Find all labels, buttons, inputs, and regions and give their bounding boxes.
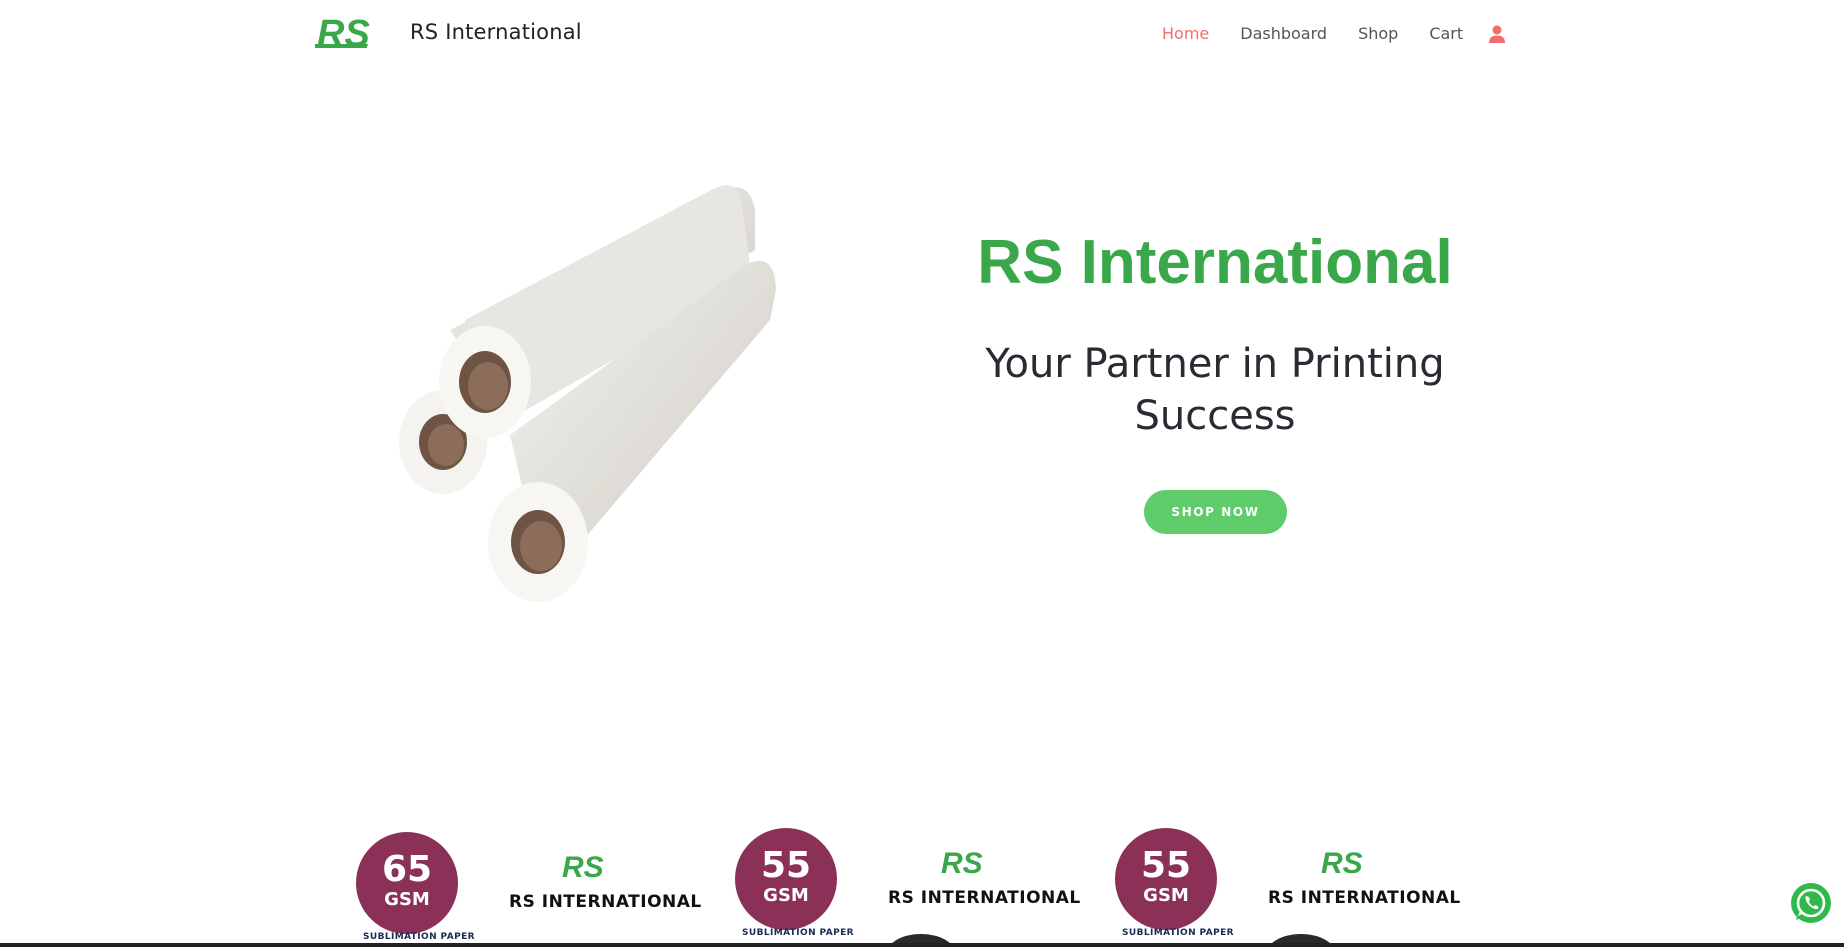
nav-cart[interactable]: Cart [1429,24,1463,43]
gsm-badge: 55 GSM [1115,828,1217,930]
gsm-badge: 65 GSM [356,832,458,934]
page-bottom-border [0,943,1844,947]
gsm-unit: GSM [1143,885,1189,906]
hero-subtitle: Your Partner in Printing Success [985,341,1445,439]
rs-logo-icon: RS [562,852,604,882]
gsm-value: 55 [760,845,812,886]
gsm-unit: GSM [763,885,809,906]
gsm-badge: 55 GSM [735,828,837,930]
product-card[interactable]: 65 GSM SUBLIMATION PAPER RS RS INTERNATI… [356,820,736,947]
brand-name[interactable]: RS International [410,20,582,44]
product-type: SUBLIMATION PAPER [1122,928,1234,938]
product-brand: RS INTERNATIONAL [888,888,1081,908]
gsm-value: 65 [381,849,433,890]
nav-dashboard[interactable]: Dashboard [1240,24,1327,43]
hero-title: RS International [977,228,1453,297]
rs-logo-icon: RS [941,848,983,878]
user-icon[interactable] [1487,24,1507,44]
main-nav: Home Dashboard Shop Cart [1162,24,1494,43]
gsm-unit: GSM [384,889,430,910]
rs-logo-icon[interactable]: RS [315,14,385,52]
product-brand: RS INTERNATIONAL [1268,888,1461,908]
paper-rolls-image [399,185,776,602]
rs-logo-icon: RS [1321,848,1363,878]
whatsapp-icon[interactable] [1789,881,1833,925]
nav-home[interactable]: Home [1162,24,1209,43]
svg-text:RS: RS [941,848,983,878]
product-strip: 65 GSM SUBLIMATION PAPER RS RS INTERNATI… [0,820,1844,947]
product-card[interactable]: 55 GSM SUBLIMATION PAPER RS RS INTERNATI… [735,820,1115,947]
nav-shop[interactable]: Shop [1358,24,1398,43]
product-card[interactable]: 55 GSM SUBLIMATION PAPER RS RS INTERNATI… [1115,820,1495,947]
shop-now-button[interactable]: SHOP NOW [1144,490,1287,534]
svg-text:RS: RS [562,852,604,882]
gsm-value: 55 [1140,845,1192,886]
site-header: RS RS International Home Dashboard Shop … [0,0,1844,70]
product-brand: RS INTERNATIONAL [509,892,702,912]
product-type: SUBLIMATION PAPER [363,932,475,942]
product-type: SUBLIMATION PAPER [742,928,854,938]
svg-text:RS: RS [1321,848,1363,878]
